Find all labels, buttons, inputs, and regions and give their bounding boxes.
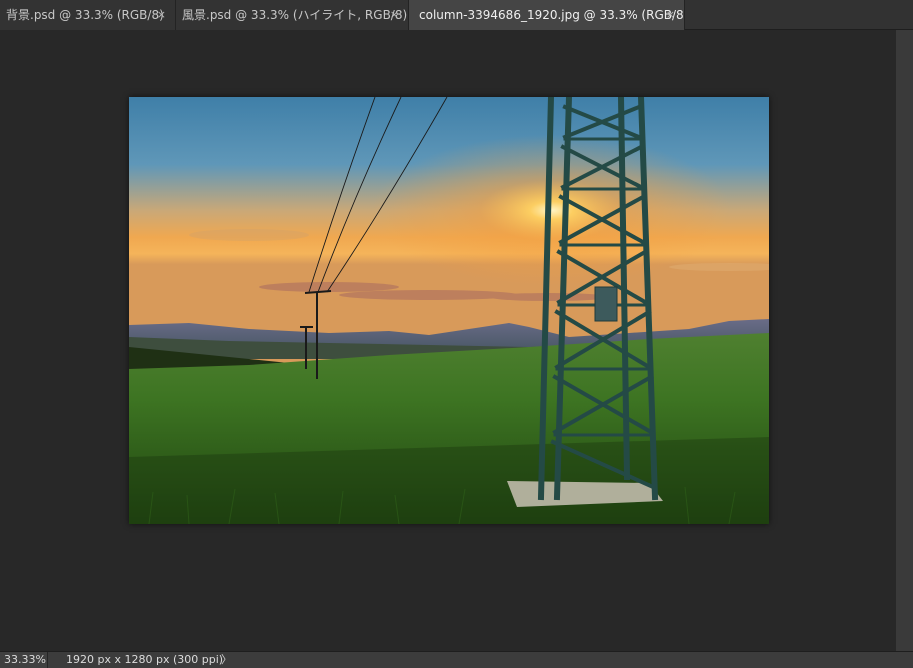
close-icon[interactable]: × <box>666 0 675 30</box>
document-image[interactable] <box>129 97 769 524</box>
status-bar: 33.33% 1920 px x 1280 px (300 ppi) 〉 <box>0 651 913 668</box>
tab-column-jpg[interactable]: column-3394686_1920.jpg @ 33.3% (RGB/8#)… <box>409 0 685 30</box>
tab-label: column-3394686_1920.jpg @ 33.3% (RGB/8#) <box>419 8 685 22</box>
tab-label: 風景.psd @ 33.3% (ハイライト, RGB/8) * <box>182 8 409 22</box>
zoom-level-field[interactable]: 33.33% <box>0 652 48 668</box>
tab-label: 背景.psd @ 33.3% (RGB/8) <box>6 8 164 22</box>
close-icon[interactable]: × <box>390 0 399 30</box>
document-info: 1920 px x 1280 px (300 ppi) <box>66 653 224 666</box>
vertical-scrollbar[interactable] <box>896 30 913 651</box>
tab-fukei-psd[interactable]: 風景.psd @ 33.3% (ハイライト, RGB/8) * × <box>176 0 409 30</box>
chevron-right-icon[interactable]: 〉 <box>221 652 232 667</box>
document-tab-bar: 背景.psd @ 33.3% (RGB/8) × 風景.psd @ 33.3% … <box>0 0 913 30</box>
tab-haikei-psd[interactable]: 背景.psd @ 33.3% (RGB/8) × <box>0 0 176 30</box>
close-icon[interactable]: × <box>157 0 166 30</box>
